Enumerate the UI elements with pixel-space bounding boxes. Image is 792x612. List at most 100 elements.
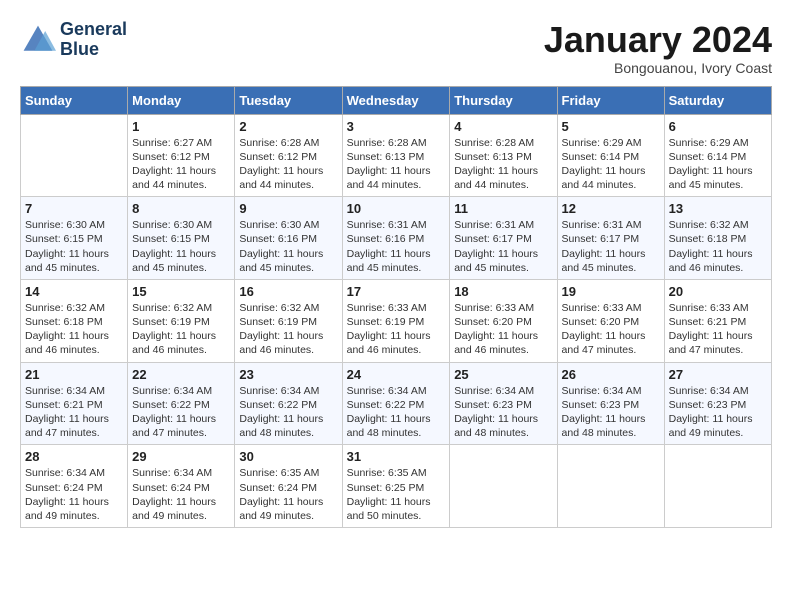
calendar-cell: 14 Sunrise: 6:32 AMSunset: 6:18 PMDayligh… (21, 279, 128, 362)
month-title: January 2024 (544, 20, 772, 60)
cell-info: Sunrise: 6:27 AMSunset: 6:12 PMDaylight:… (132, 136, 230, 193)
cell-info: Sunrise: 6:32 AMSunset: 6:18 PMDaylight:… (669, 218, 767, 275)
col-header-wednesday: Wednesday (342, 86, 450, 114)
calendar-cell: 20 Sunrise: 6:33 AMSunset: 6:21 PMDayligh… (664, 279, 771, 362)
calendar-cell: 16 Sunrise: 6:32 AMSunset: 6:19 PMDayligh… (235, 279, 342, 362)
col-header-friday: Friday (557, 86, 664, 114)
title-block: January 2024 Bongouanou, Ivory Coast (544, 20, 772, 76)
week-row-3: 14 Sunrise: 6:32 AMSunset: 6:18 PMDayligh… (21, 279, 772, 362)
col-header-monday: Monday (128, 86, 235, 114)
cell-info: Sunrise: 6:34 AMSunset: 6:23 PMDaylight:… (669, 384, 767, 441)
cell-info: Sunrise: 6:31 AMSunset: 6:17 PMDaylight:… (562, 218, 660, 275)
cell-info: Sunrise: 6:30 AMSunset: 6:16 PMDaylight:… (239, 218, 337, 275)
day-number: 11 (454, 201, 552, 216)
logo: General Blue (20, 20, 127, 60)
day-number: 8 (132, 201, 230, 216)
day-number: 4 (454, 119, 552, 134)
cell-info: Sunrise: 6:33 AMSunset: 6:20 PMDaylight:… (454, 301, 552, 358)
calendar-cell: 13 Sunrise: 6:32 AMSunset: 6:18 PMDayligh… (664, 197, 771, 280)
calendar-cell: 19Sunrise: 6:33 AMSunset: 6:20 PMDayligh… (557, 279, 664, 362)
week-row-1: 1 Sunrise: 6:27 AMSunset: 6:12 PMDaylight… (21, 114, 772, 197)
week-row-4: 21Sunrise: 6:34 AMSunset: 6:21 PMDayligh… (21, 362, 772, 445)
calendar-cell (557, 445, 664, 528)
cell-info: Sunrise: 6:31 AMSunset: 6:16 PMDaylight:… (347, 218, 446, 275)
cell-info: Sunrise: 6:32 AMSunset: 6:19 PMDaylight:… (132, 301, 230, 358)
day-number: 26 (562, 367, 660, 382)
calendar-cell: 9 Sunrise: 6:30 AMSunset: 6:16 PMDaylight… (235, 197, 342, 280)
calendar-cell: 26 Sunrise: 6:34 AMSunset: 6:23 PMDayligh… (557, 362, 664, 445)
day-number: 19 (562, 284, 660, 299)
calendar-cell: 6 Sunrise: 6:29 AMSunset: 6:14 PMDaylight… (664, 114, 771, 197)
calendar-cell: 25Sunrise: 6:34 AMSunset: 6:23 PMDayligh… (450, 362, 557, 445)
week-row-2: 7Sunrise: 6:30 AMSunset: 6:15 PMDaylight… (21, 197, 772, 280)
cell-info: Sunrise: 6:30 AMSunset: 6:15 PMDaylight:… (25, 218, 123, 275)
week-row-5: 28 Sunrise: 6:34 AMSunset: 6:24 PMDayligh… (21, 445, 772, 528)
calendar-cell: 21Sunrise: 6:34 AMSunset: 6:21 PMDayligh… (21, 362, 128, 445)
col-header-thursday: Thursday (450, 86, 557, 114)
cell-info: Sunrise: 6:34 AMSunset: 6:24 PMDaylight:… (25, 466, 123, 523)
calendar-cell: 11 Sunrise: 6:31 AMSunset: 6:17 PMDayligh… (450, 197, 557, 280)
day-number: 5 (562, 119, 660, 134)
page-header: General Blue January 2024 Bongouanou, Iv… (20, 20, 772, 76)
calendar-cell: 18 Sunrise: 6:33 AMSunset: 6:20 PMDayligh… (450, 279, 557, 362)
logo-line1: General (60, 20, 127, 40)
day-number: 30 (239, 449, 337, 464)
calendar-cell: 4Sunrise: 6:28 AMSunset: 6:13 PMDaylight… (450, 114, 557, 197)
day-number: 18 (454, 284, 552, 299)
logo-icon (20, 22, 56, 58)
day-number: 20 (669, 284, 767, 299)
day-number: 24 (347, 367, 446, 382)
calendar-cell: 3 Sunrise: 6:28 AMSunset: 6:13 PMDaylight… (342, 114, 450, 197)
calendar-cell: 15Sunrise: 6:32 AMSunset: 6:19 PMDayligh… (128, 279, 235, 362)
calendar-cell: 28 Sunrise: 6:34 AMSunset: 6:24 PMDayligh… (21, 445, 128, 528)
cell-info: Sunrise: 6:34 AMSunset: 6:22 PMDaylight:… (347, 384, 446, 441)
cell-info: Sunrise: 6:34 AMSunset: 6:23 PMDaylight:… (562, 384, 660, 441)
cell-info: Sunrise: 6:28 AMSunset: 6:13 PMDaylight:… (347, 136, 446, 193)
day-number: 23 (239, 367, 337, 382)
day-number: 9 (239, 201, 337, 216)
calendar-cell: 8Sunrise: 6:30 AMSunset: 6:15 PMDaylight… (128, 197, 235, 280)
logo-line2: Blue (60, 40, 127, 60)
cell-info: Sunrise: 6:33 AMSunset: 6:21 PMDaylight:… (669, 301, 767, 358)
cell-info: Sunrise: 6:35 AMSunset: 6:24 PMDaylight:… (239, 466, 337, 523)
location-subtitle: Bongouanou, Ivory Coast (544, 60, 772, 76)
cell-info: Sunrise: 6:29 AMSunset: 6:14 PMDaylight:… (562, 136, 660, 193)
day-number: 29 (132, 449, 230, 464)
day-number: 6 (669, 119, 767, 134)
day-number: 14 (25, 284, 123, 299)
calendar-cell (450, 445, 557, 528)
day-number: 1 (132, 119, 230, 134)
day-number: 17 (347, 284, 446, 299)
calendar-cell: 5 Sunrise: 6:29 AMSunset: 6:14 PMDaylight… (557, 114, 664, 197)
cell-info: Sunrise: 6:31 AMSunset: 6:17 PMDaylight:… (454, 218, 552, 275)
cell-info: Sunrise: 6:35 AMSunset: 6:25 PMDaylight:… (347, 466, 446, 523)
day-number: 22 (132, 367, 230, 382)
header-row: SundayMondayTuesdayWednesdayThursdayFrid… (21, 86, 772, 114)
calendar-table: SundayMondayTuesdayWednesdayThursdayFrid… (20, 86, 772, 528)
day-number: 27 (669, 367, 767, 382)
day-number: 3 (347, 119, 446, 134)
day-number: 12 (562, 201, 660, 216)
col-header-sunday: Sunday (21, 86, 128, 114)
day-number: 25 (454, 367, 552, 382)
calendar-cell: 30 Sunrise: 6:35 AMSunset: 6:24 PMDayligh… (235, 445, 342, 528)
cell-info: Sunrise: 6:32 AMSunset: 6:18 PMDaylight:… (25, 301, 123, 358)
calendar-cell: 10 Sunrise: 6:31 AMSunset: 6:16 PMDayligh… (342, 197, 450, 280)
day-number: 13 (669, 201, 767, 216)
cell-info: Sunrise: 6:32 AMSunset: 6:19 PMDaylight:… (239, 301, 337, 358)
cell-info: Sunrise: 6:29 AMSunset: 6:14 PMDaylight:… (669, 136, 767, 193)
calendar-cell: 22Sunrise: 6:34 AMSunset: 6:22 PMDayligh… (128, 362, 235, 445)
calendar-cell: 29Sunrise: 6:34 AMSunset: 6:24 PMDayligh… (128, 445, 235, 528)
calendar-cell: 17Sunrise: 6:33 AMSunset: 6:19 PMDayligh… (342, 279, 450, 362)
calendar-cell: 12 Sunrise: 6:31 AMSunset: 6:17 PMDayligh… (557, 197, 664, 280)
col-header-saturday: Saturday (664, 86, 771, 114)
calendar-cell (664, 445, 771, 528)
calendar-cell: 1 Sunrise: 6:27 AMSunset: 6:12 PMDaylight… (128, 114, 235, 197)
day-number: 16 (239, 284, 337, 299)
logo-text: General Blue (60, 20, 127, 60)
calendar-cell (21, 114, 128, 197)
calendar-cell: 31Sunrise: 6:35 AMSunset: 6:25 PMDayligh… (342, 445, 450, 528)
calendar-cell: 7Sunrise: 6:30 AMSunset: 6:15 PMDaylight… (21, 197, 128, 280)
day-number: 28 (25, 449, 123, 464)
day-number: 10 (347, 201, 446, 216)
